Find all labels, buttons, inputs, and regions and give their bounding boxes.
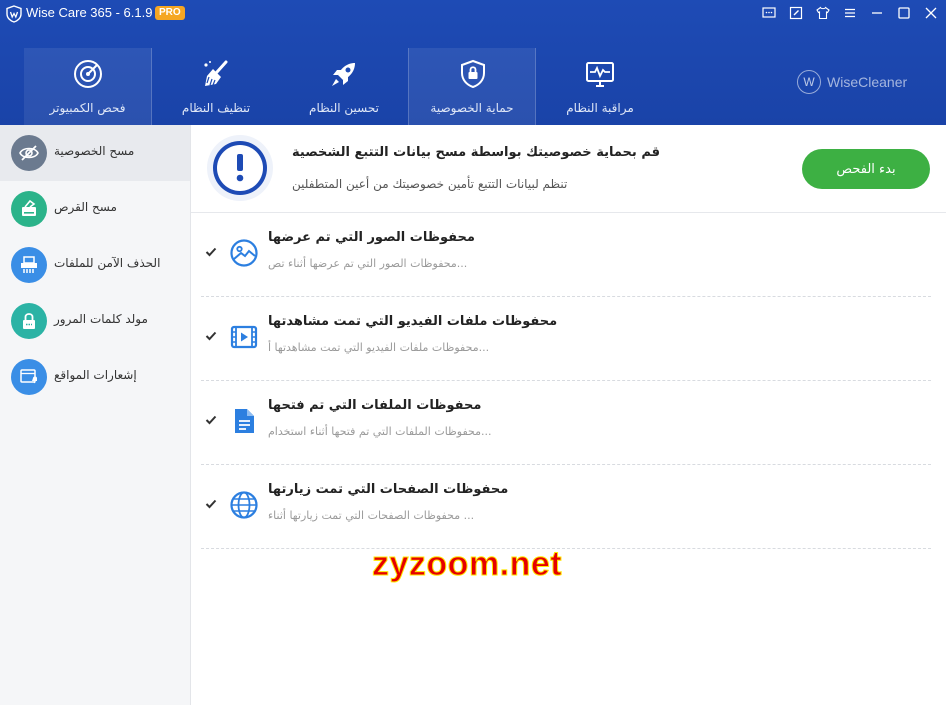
sidebar-item-label: مولد كلمات المرور	[54, 312, 148, 326]
sidebar-item-label: مسح القرص	[54, 200, 117, 214]
eye-off-icon	[11, 135, 47, 171]
item-title: محفوظات الصفحات التي تمت زيارتها	[268, 482, 509, 497]
edit-icon[interactable]	[789, 6, 803, 20]
maximize-icon[interactable]	[897, 6, 911, 20]
item-description: محفوظات الصفحات التي تمت زيارتها أثناء .…	[268, 509, 475, 522]
wisecleaner-brand[interactable]: W WiseCleaner	[797, 70, 907, 94]
checkbox-checked-icon[interactable]	[205, 330, 217, 342]
item-title: محفوظات ملفات الفيديو التي تمت مشاهدتها	[268, 314, 558, 329]
sidebar-item-password-generator[interactable]: مولد كلمات المرور	[0, 293, 190, 349]
menu-icon[interactable]	[843, 6, 857, 20]
list-item[interactable]: محفوظات الملفات التي تم فتحها محفوظات ال…	[191, 381, 946, 465]
checkbox-checked-icon[interactable]	[205, 498, 217, 510]
tab-label: فحص الكمبيوتر	[49, 101, 126, 115]
item-title: محفوظات الملفات التي تم فتحها	[268, 398, 482, 413]
app-title: Wise Care 365 - 6.1.9	[26, 5, 153, 20]
disk-eraser-icon	[11, 191, 47, 227]
minimize-icon[interactable]	[870, 6, 884, 20]
sidebar-item-label: الحذف الآمن للملفات	[54, 256, 161, 270]
start-scan-button[interactable]: بدء الفحص	[802, 149, 930, 189]
radar-icon	[74, 60, 102, 88]
feedback-icon[interactable]	[762, 6, 776, 20]
item-title: محفوظات الصور التي تم عرضها	[268, 230, 475, 245]
skin-icon[interactable]	[816, 6, 830, 20]
alert-icon	[207, 135, 273, 201]
item-description: محفوظات الملفات التي تم فتحها أثناء استخ…	[268, 425, 492, 438]
privacy-banner: قم بحماية خصوصيتك بواسطة مسح بيانات التت…	[191, 125, 946, 213]
sidebar-item-website-notifications[interactable]: إشعارات المواقع	[0, 349, 190, 405]
image-icon	[230, 239, 258, 267]
checkbox-checked-icon[interactable]	[205, 246, 217, 258]
tab-pc-checkup[interactable]: فحص الكمبيوتر	[24, 48, 152, 125]
window-controls	[762, 6, 938, 20]
tab-label: مراقبة النظام	[566, 101, 634, 115]
main-nav: فحص الكمبيوتر تنظيف النظام تحسين النظام	[24, 48, 664, 125]
tab-system-monitor[interactable]: مراقبة النظام	[536, 48, 664, 125]
app-header: Wise Care 365 - 6.1.9 PRO فحص الكمبيوتر …	[0, 0, 946, 125]
item-description: محفوظات ملفات الفيديو التي تمت مشاهدتها …	[268, 341, 490, 354]
tab-privacy-protector[interactable]: حماية الخصوصية	[408, 48, 536, 125]
checkbox-checked-icon[interactable]	[205, 414, 217, 426]
item-description: محفوظات الصور التي تم عرضها أثناء تص...	[268, 257, 468, 270]
sidebar-item-disk-eraser[interactable]: مسح القرص	[0, 181, 190, 237]
divider	[201, 548, 931, 549]
watermark-text: zyzoom.net	[371, 545, 563, 584]
lock-icon	[11, 303, 47, 339]
sidebar-item-file-shredder[interactable]: الحذف الآمن للملفات	[0, 237, 190, 293]
monitor-pulse-icon	[586, 62, 614, 87]
banner-subtitle: تنظم لبيانات التتبع تأمين خصوصيتك من أعي…	[292, 177, 568, 191]
tab-label: تحسين النظام	[309, 101, 379, 115]
brand-text: WiseCleaner	[827, 74, 908, 90]
banner-title: قم بحماية خصوصيتك بواسطة مسح بيانات التت…	[292, 145, 661, 160]
tab-label: تنظيف النظام	[181, 101, 251, 115]
title-bar[interactable]: Wise Care 365 - 6.1.9 PRO	[0, 0, 946, 30]
pro-badge: PRO	[155, 6, 185, 20]
browser-bell-icon	[11, 359, 47, 395]
tab-system-cleaner[interactable]: تنظيف النظام	[152, 48, 280, 125]
tab-system-tuneup[interactable]: تحسين النظام	[280, 48, 408, 125]
wisecleaner-logo-icon: W	[797, 70, 821, 94]
document-icon	[235, 409, 254, 433]
video-icon	[230, 325, 258, 349]
list-item[interactable]: محفوظات ملفات الفيديو التي تمت مشاهدتها …	[191, 297, 946, 381]
broom-icon	[204, 60, 228, 86]
list-item[interactable]: محفوظات الصور التي تم عرضها محفوظات الصو…	[191, 213, 946, 297]
sidebar: مسح الخصوصية مسح القرص الحذف الآمن للملف…	[0, 125, 191, 705]
list-item[interactable]: محفوظات الصفحات التي تمت زيارتها محفوظات…	[191, 465, 946, 549]
app-logo-icon	[6, 5, 22, 23]
shield-lock-icon	[461, 59, 485, 89]
close-icon[interactable]	[924, 6, 938, 20]
tab-label: حماية الخصوصية	[430, 101, 514, 115]
globe-icon	[230, 491, 258, 519]
sidebar-item-label: إشعارات المواقع	[54, 368, 137, 382]
sidebar-item-label: مسح الخصوصية	[54, 144, 135, 158]
shredder-icon	[11, 247, 47, 283]
rocket-icon	[332, 63, 355, 86]
sidebar-item-privacy-eraser[interactable]: مسح الخصوصية	[0, 125, 190, 181]
